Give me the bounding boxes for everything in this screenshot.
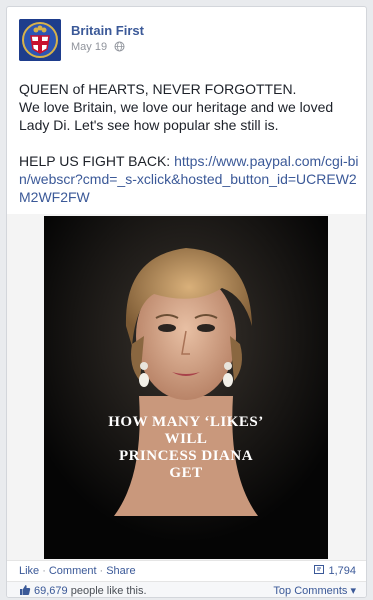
post-timestamp: May 19 (71, 41, 125, 53)
image-caption: HOW MANY ‘LIKES’ WILL PRINCESS DIANA GET (44, 414, 328, 482)
share-button[interactable]: Share (106, 565, 135, 577)
page-avatar[interactable] (19, 19, 61, 61)
comment-button[interactable]: Comment (49, 565, 97, 577)
caption-line-2: WILL (164, 431, 208, 447)
chevron-down-icon: ▾ (350, 585, 356, 597)
caption-line-1: HOW MANY ‘LIKES’ (108, 414, 264, 430)
sort-label: Top Comments (273, 585, 348, 597)
thumbs-up-icon (20, 585, 31, 595)
page-name[interactable]: Britain First (71, 23, 144, 38)
post-line-1: QUEEN of HEARTS, NEVER FORGOTTEN. (19, 81, 297, 97)
post-card: Britain First May 19 QUEEN of HEARTS, NE… (6, 6, 367, 598)
post-message: QUEEN of HEARTS, NEVER FORGOTTEN. We lov… (19, 80, 359, 206)
post-actions: Like · Comment · Share 1,794 (7, 560, 366, 581)
portrait-image (44, 216, 328, 559)
post-date[interactable]: May 19 (71, 41, 107, 53)
caption-line-3: PRINCESS DIANA (118, 448, 254, 464)
share-count-value: 1,794 (328, 565, 356, 577)
britain-first-logo (19, 19, 61, 61)
shares-icon (314, 565, 325, 574)
post-photo[interactable]: HOW MANY ‘LIKES’ WILL PRINCESS DIANA GET (44, 216, 328, 559)
post-cta: HELP US FIGHT BACK: https://www.paypal.c… (19, 152, 359, 206)
photo-container: HOW MANY ‘LIKES’ WILL PRINCESS DIANA GET (7, 214, 366, 560)
top-comments-dropdown[interactable]: Top Comments ▾ (273, 584, 356, 597)
post-line-2: We love Britain, we love our heritage an… (19, 99, 334, 133)
like-count-suffix: people like this. (70, 585, 147, 597)
share-count[interactable]: 1,794 (314, 564, 356, 577)
caption-line-4: GET (169, 465, 203, 481)
likes-bar: 69,679 people like this. Top Comments ▾ (7, 581, 366, 597)
globe-icon[interactable] (114, 41, 125, 52)
like-button[interactable]: Like (19, 565, 39, 577)
like-count[interactable]: 69,679 (34, 585, 68, 597)
cta-prefix: HELP US FIGHT BACK: (19, 153, 171, 169)
